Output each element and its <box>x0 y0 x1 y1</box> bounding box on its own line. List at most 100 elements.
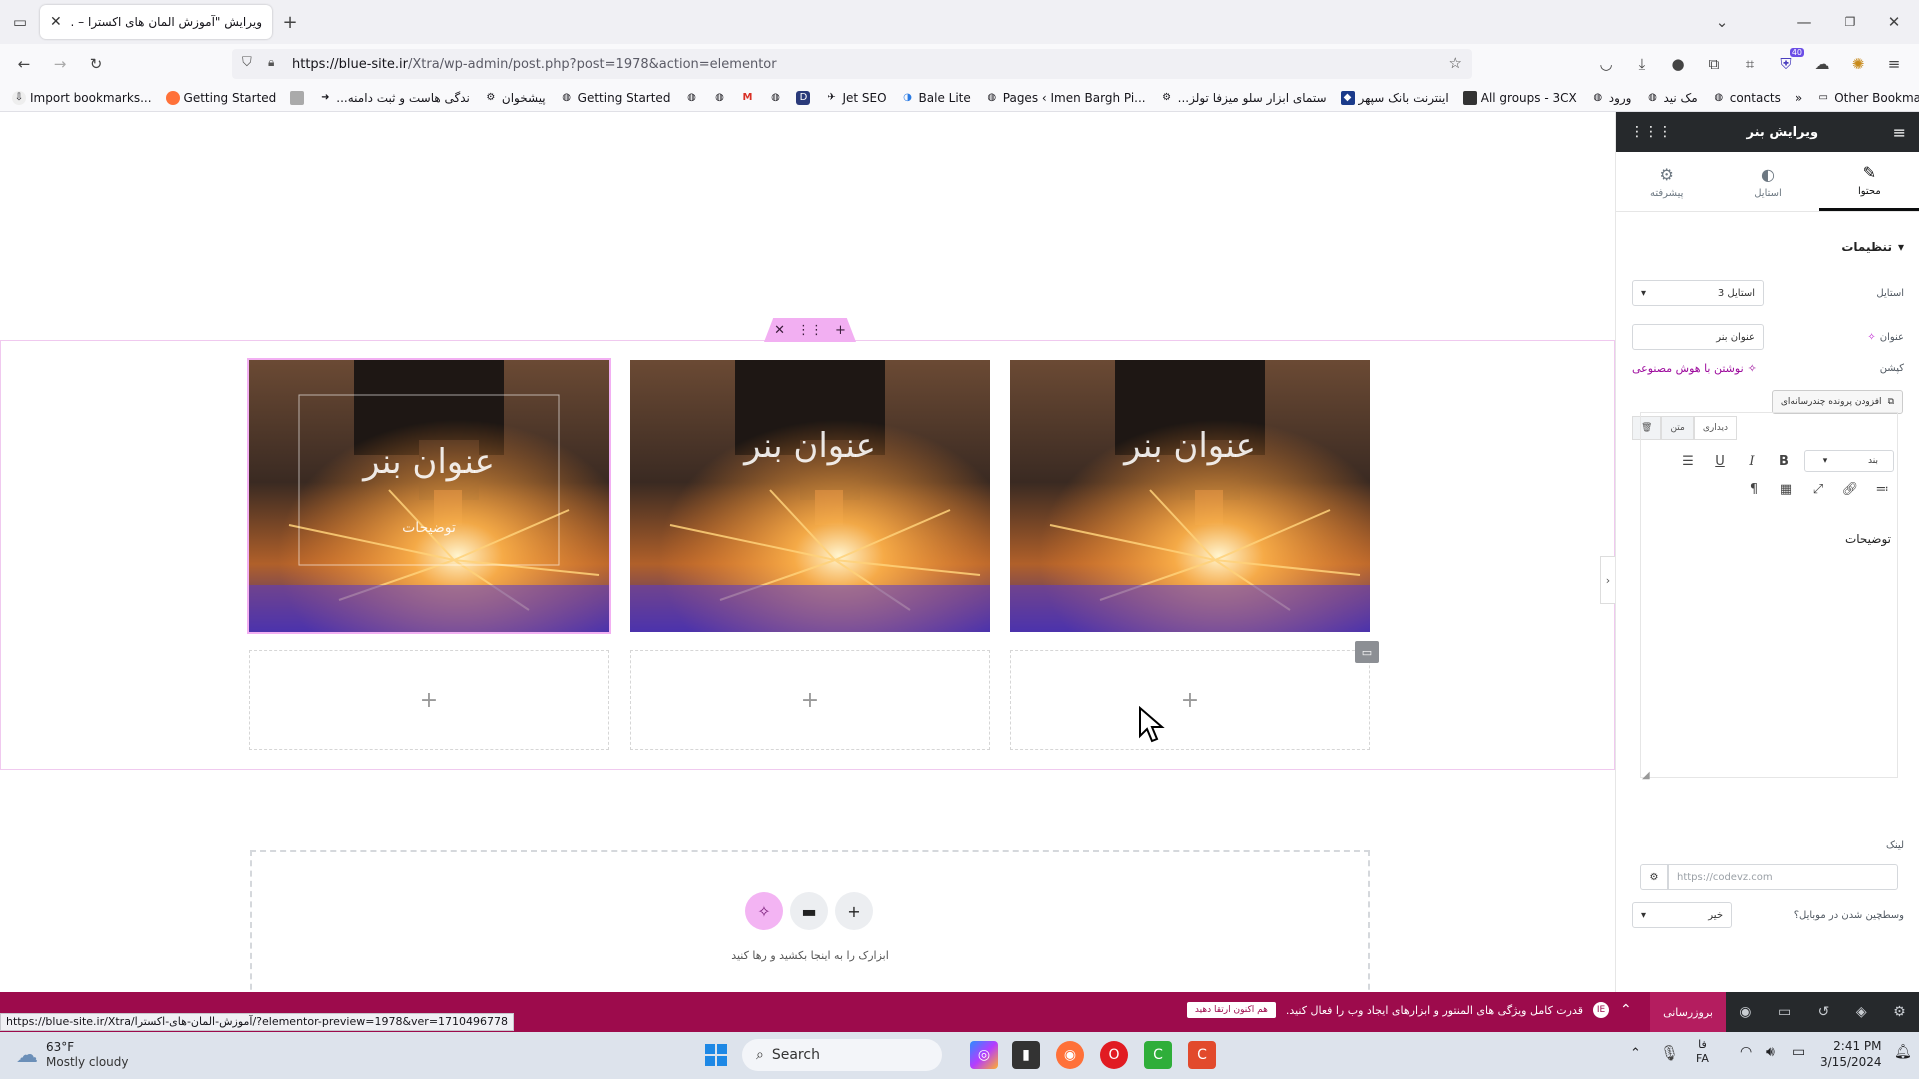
mobile-center-select[interactable]: خیر ▾ <box>1632 902 1732 928</box>
drag-section-icon[interactable]: ⋮⋮ <box>797 323 823 338</box>
download-icon[interactable]: ⤓ <box>1628 50 1656 78</box>
add-media-button[interactable]: ⧉ افزودن پرونده چندرسانه‌ای <box>1771 390 1903 414</box>
bookmark-item[interactable]: M <box>740 91 754 105</box>
section-handle[interactable]: ✕ ⋮⋮ + <box>764 318 856 342</box>
bookmark-item[interactable]: ⚙ ...ستمای ابزار سلو میزفا تولز <box>1160 91 1326 105</box>
settings-section-toggle[interactable]: ▾ تنظیمات <box>1632 240 1904 254</box>
add-section-button[interactable]: + <box>835 892 873 930</box>
bookmark-item[interactable]: Getting Started <box>165 90 276 105</box>
banner-widget-3[interactable]: عنوان بنر <box>1010 360 1370 632</box>
minimize-button[interactable]: — <box>1790 8 1818 36</box>
crop-icon[interactable]: ⌗ <box>1736 50 1764 78</box>
template-library-button[interactable]: ▬ <box>790 892 828 930</box>
language-indicator[interactable]: فا FA <box>1696 1038 1709 1066</box>
italic-icon[interactable]: I <box>1740 454 1764 469</box>
bookmark-item[interactable]: ◍ <box>684 91 698 105</box>
bookmark-star-icon[interactable]: ☆ <box>1449 54 1462 72</box>
browser-tab-active[interactable]: ویرایش "آموزش المان های اکسترا – ... ✕ <box>40 5 272 39</box>
tab-content[interactable]: ✎ محتوا <box>1818 152 1919 211</box>
bookmark-item[interactable]: ◍ مک نید <box>1645 91 1698 105</box>
bookmark-item[interactable] <box>290 90 305 105</box>
heading-input[interactable]: عنوان بنر <box>1632 324 1764 350</box>
copilot-icon[interactable]: ◎ <box>970 1041 998 1069</box>
editor-content[interactable]: توضیحات <box>1845 532 1891 546</box>
wifi-icon[interactable]: ◠ <box>1740 1044 1752 1060</box>
account-icon[interactable]: ● <box>1664 50 1692 78</box>
bookmark-item[interactable]: ◍ ورود <box>1591 91 1631 105</box>
bookmarks-overflow-icon[interactable]: » <box>1795 91 1802 105</box>
banner-widget-1[interactable]: عنوان بنر توضیحات <box>247 358 611 634</box>
chevron-down-icon[interactable]: ⌄ <box>1708 8 1736 36</box>
new-tab-button[interactable]: + <box>276 8 304 36</box>
responsive-icon[interactable]: ▭ <box>1778 1004 1791 1020</box>
microphone-icon[interactable]: 🎙︎ <box>1660 1044 1679 1062</box>
bookmark-item[interactable]: ◆ اینترنت بانک سپهر <box>1340 90 1449 105</box>
column-handle-icon[interactable]: ▭ <box>1355 641 1379 663</box>
ai-sparkle-icon[interactable]: ✧ <box>1867 332 1875 343</box>
fullscreen-icon[interactable]: ⤢ <box>1806 482 1830 497</box>
close-window-button[interactable]: ✕ <box>1880 8 1908 36</box>
link-input[interactable]: https://codevz.com <box>1668 864 1898 890</box>
panel-collapse-icon[interactable]: › <box>1600 556 1615 604</box>
ai-sparkle-button[interactable]: ✧ <box>745 892 783 930</box>
extensions-icon[interactable]: ⧉ <box>1700 50 1728 78</box>
bookmark-item[interactable]: ◍ contacts <box>1712 91 1781 105</box>
upgrade-now-button[interactable]: هم اکنون ارتقا دهید <box>1186 1002 1276 1018</box>
shield-icon[interactable]: ⛉ <box>242 55 252 70</box>
chevron-up-icon[interactable]: ⌃ <box>1620 1002 1632 1018</box>
resize-handle-icon[interactable]: ◢ <box>1642 770 1650 781</box>
tab-style[interactable]: ◐ استایل <box>1717 152 1818 211</box>
firefox-icon[interactable]: ◉ <box>1056 1041 1084 1069</box>
style-select[interactable]: استایل 3 ▾ <box>1632 280 1764 306</box>
taskbar-search[interactable]: ⌕ Search <box>742 1039 942 1071</box>
table-icon[interactable]: ▦ <box>1774 482 1798 497</box>
tab-close-icon[interactable]: ✕ <box>50 14 62 30</box>
back-button[interactable]: ← <box>10 50 38 78</box>
forward-button[interactable]: → <box>46 50 74 78</box>
notification-icon[interactable]: 🔔︎ <box>1894 1044 1912 1060</box>
settings-gear-icon[interactable]: ⚙ <box>1893 1004 1906 1020</box>
delete-section-icon[interactable]: ✕ <box>774 323 785 338</box>
menu-icon[interactable]: ≡ <box>1880 50 1908 78</box>
empty-column-add[interactable]: + <box>249 650 609 750</box>
bookmark-item[interactable]: ◑ Bale Lite <box>901 91 971 105</box>
bookmark-item[interactable]: All groups - 3CX <box>1462 90 1577 105</box>
add-section-dropzone[interactable]: ✧ ▬ + ابزارک را به اینجا بکشید و رها کنی… <box>250 850 1370 992</box>
navigator-layers-icon[interactable]: ◈ <box>1856 1004 1867 1020</box>
tab-list-icon[interactable]: ▭ <box>6 8 34 36</box>
opera-icon[interactable]: O <box>1100 1041 1128 1069</box>
address-bar[interactable]: ⛉ 🔒︎ https://blue-site.ir/Xtra/wp-admin/… <box>232 49 1472 79</box>
other-bookmarks[interactable]: ▭Other Bookmarks <box>1816 91 1919 105</box>
preview-eye-icon[interactable]: ◉ <box>1739 1004 1751 1020</box>
widgets-grid-icon[interactable]: ⋮⋮⋮ <box>1630 124 1672 140</box>
update-button[interactable]: بروزرسانی <box>1650 992 1726 1032</box>
bookmark-item[interactable]: D <box>796 90 811 105</box>
format-select[interactable]: بند ▾ <box>1804 450 1894 472</box>
ai-write-link[interactable]: ✧ نوشتن با هوش مصنوعی <box>1632 362 1757 375</box>
weather-widget[interactable]: ☁ 63°F Mostly cloudy <box>16 1040 129 1070</box>
chevron-up-tray-icon[interactable]: ⌃ <box>1630 1046 1641 1061</box>
app-icon[interactable]: C <box>1188 1041 1216 1069</box>
history-icon[interactable]: ↺ <box>1818 1004 1830 1020</box>
clock[interactable]: 2:41 PM 3/15/2024 <box>1820 1038 1882 1070</box>
bookmark-item[interactable]: ◍ <box>768 91 782 105</box>
hamburger-menu-icon[interactable]: ≡ <box>1893 123 1906 142</box>
add-section-icon[interactable]: + <box>835 323 846 338</box>
bullet-list-icon[interactable]: ☰ <box>1676 454 1700 469</box>
pocket-icon[interactable]: ◡ <box>1592 50 1620 78</box>
link-icon[interactable]: 🔗︎ <box>1838 482 1862 497</box>
tab-advanced[interactable]: ⚙ پیشرفته <box>1616 152 1717 211</box>
bookmark-item[interactable]: ➜ ...ندگی هاست و ثبت دامنه <box>318 91 470 105</box>
camtasia-icon[interactable]: C <box>1144 1041 1172 1069</box>
paragraph-rtl-icon[interactable]: ¶ <box>1742 482 1766 497</box>
plus-icon[interactable]: + <box>1181 688 1199 713</box>
bold-icon[interactable]: B <box>1772 454 1796 469</box>
bookmark-item[interactable]: ⚙ پیشخوان <box>484 91 545 105</box>
plus-icon[interactable]: + <box>801 688 819 713</box>
battery-icon[interactable]: ▭ <box>1792 1044 1805 1060</box>
reload-button[interactable]: ↻ <box>82 50 110 78</box>
terminal-icon[interactable]: ▮ <box>1012 1041 1040 1069</box>
lock-icon[interactable]: 🔒︎ <box>268 55 274 70</box>
underline-icon[interactable]: U <box>1708 454 1732 469</box>
volume-icon[interactable]: 🔊︎ <box>1766 1044 1775 1060</box>
